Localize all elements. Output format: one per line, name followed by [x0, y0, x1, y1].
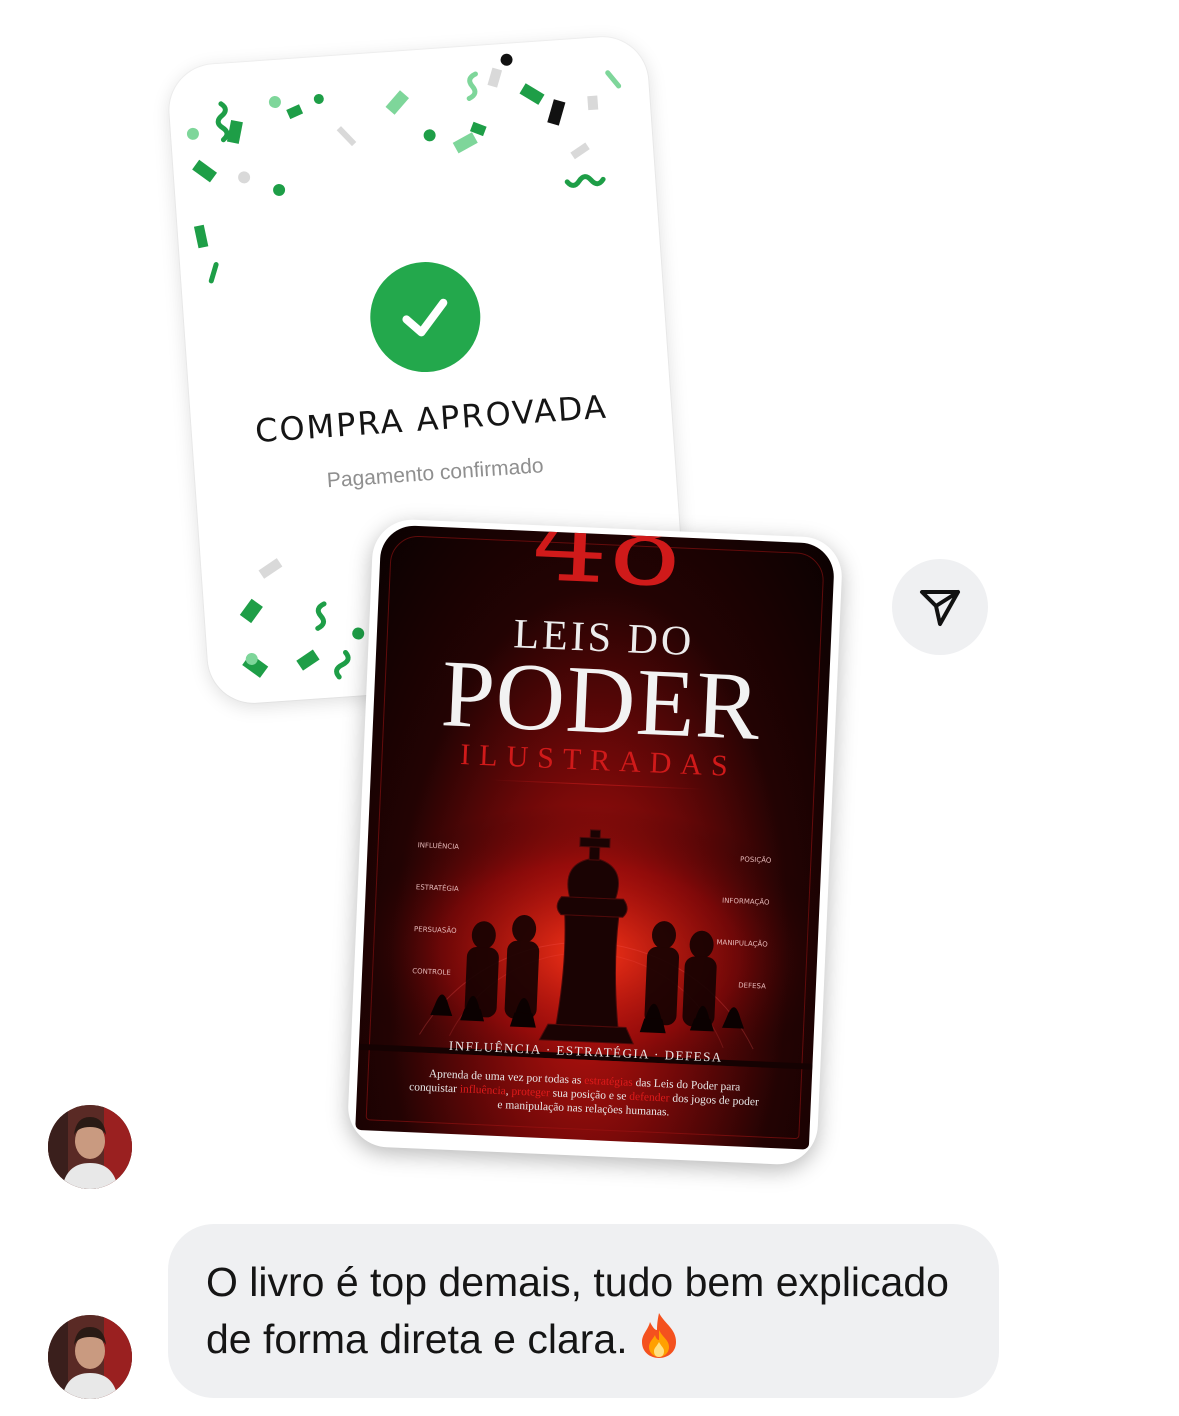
message-text: O livro é top demais, tudo bem explicado…: [206, 1259, 949, 1362]
label-manipulacao: MANIPULAÇÃO: [716, 938, 768, 949]
label-posicao: POSIÇÃO: [739, 855, 772, 865]
checkmark-icon: [402, 298, 448, 337]
label-estrategia: ESTRATÉGIA: [415, 883, 459, 894]
label-persuasao: PERSUASÃO: [413, 925, 457, 936]
right-labels: POSIÇÃO INFORMAÇÃO MANIPULAÇÃO DEFESA: [675, 836, 772, 1008]
book-cover-image: 48 LEIS DO PODER ILUSTRADAS INFLUÊNCIA E…: [355, 524, 836, 1150]
share-button[interactable]: [892, 559, 988, 655]
label-controle: CONTROLE: [412, 967, 451, 977]
label-informacao: INFORMAÇÃO: [721, 896, 770, 907]
book-cover-card[interactable]: 48 LEIS DO PODER ILUSTRADAS INFLUÊNCIA E…: [346, 518, 844, 1166]
left-labels: INFLUÊNCIA ESTRATÉGIA PERSUASÃO CONTROLE: [411, 824, 508, 996]
fire-emoji-icon: [634, 1310, 684, 1374]
share-send-icon: [920, 590, 960, 626]
avatar-icon: [48, 1315, 132, 1399]
avatar-icon: [48, 1105, 132, 1189]
message-bubble[interactable]: O livro é top demais, tudo bem explicado…: [168, 1224, 999, 1398]
label-influencia: INFLUÊNCIA: [417, 841, 460, 852]
sender-avatar[interactable]: [48, 1315, 132, 1399]
label-defesa: DEFESA: [738, 981, 767, 991]
sender-avatar[interactable]: [48, 1105, 132, 1189]
